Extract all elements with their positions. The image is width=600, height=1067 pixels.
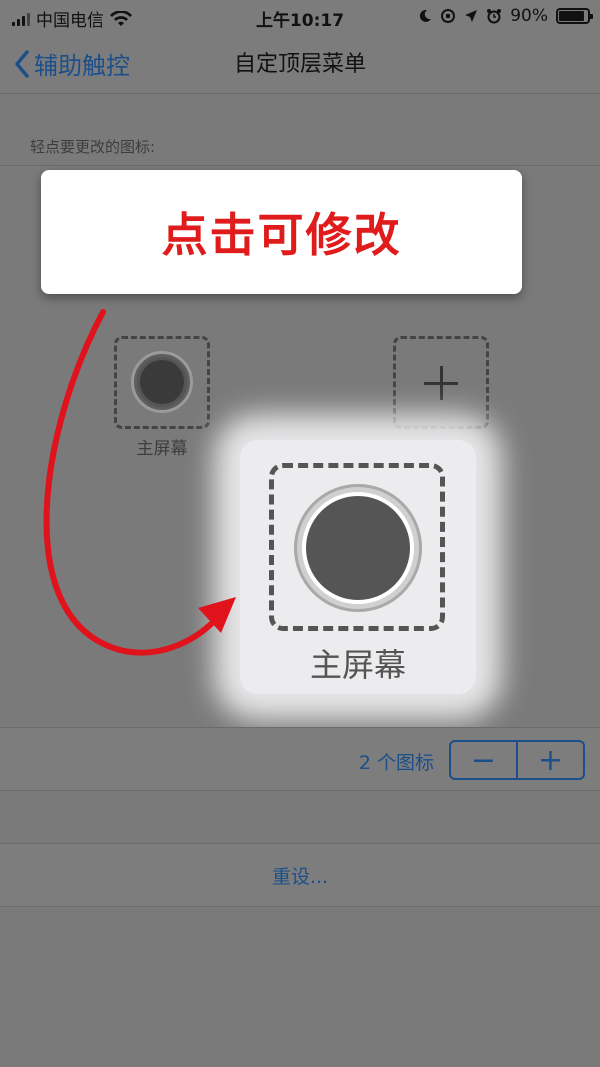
navigation-bar: 辅助触控 自定顶层菜单	[0, 34, 600, 94]
battery-icon	[556, 8, 593, 24]
callout-text: 点击可修改	[161, 208, 402, 262]
decrement-button[interactable]: −	[451, 742, 516, 778]
status-bar: 中国电信 上午10:17 90%	[0, 0, 600, 34]
rotation-lock-icon	[441, 9, 456, 23]
home-slot[interactable]	[114, 336, 210, 429]
section-divider	[0, 165, 600, 166]
icon-count-row: 2 个图标 − +	[0, 727, 600, 791]
icon-count-label: 2 个图标	[358, 752, 434, 774]
home-button-icon-large	[294, 484, 422, 612]
alarm-icon	[487, 9, 502, 24]
callout-card: 点击可修改	[41, 170, 522, 294]
reset-button[interactable]: 重设...	[0, 843, 600, 907]
home-slot-zoomed[interactable]	[269, 463, 445, 631]
moon-icon	[420, 9, 432, 22]
plus-icon	[424, 365, 458, 400]
battery-percent: 90%	[510, 6, 548, 26]
increment-button[interactable]: +	[516, 742, 583, 778]
reset-label: 重设...	[271, 865, 329, 888]
location-icon	[465, 10, 478, 22]
add-icon-slot[interactable]	[393, 336, 489, 429]
icon-count-stepper: − +	[449, 740, 585, 780]
status-right: 90%	[418, 6, 593, 26]
battery-fill	[559, 11, 585, 21]
home-slot-label: 主屏幕	[136, 439, 188, 459]
home-button-icon	[131, 351, 193, 413]
section-header: 轻点要更改的图标:	[30, 138, 156, 156]
page-title: 自定顶层菜单	[233, 52, 366, 77]
home-slot-zoomed-label: 主屏幕	[309, 646, 406, 684]
